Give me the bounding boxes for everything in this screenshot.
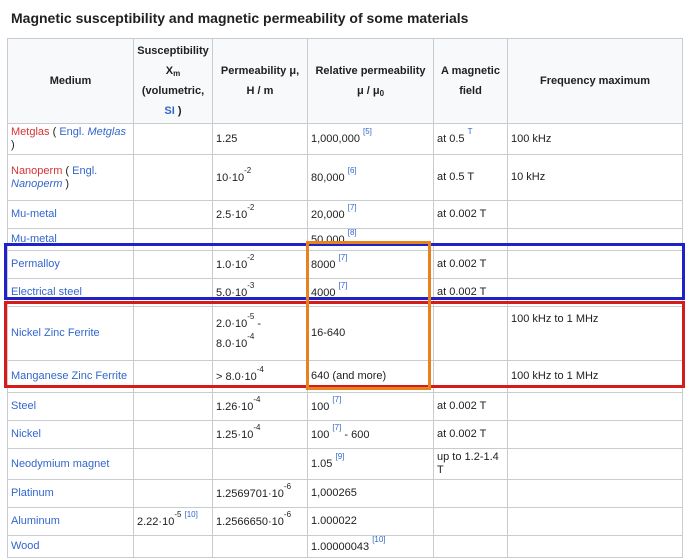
nickel-zinc-ferrite-link[interactable]: Nickel Zinc Ferrite	[11, 327, 100, 339]
platinum-link[interactable]: Platinum	[11, 487, 54, 499]
table-row: Platinum 1.2569701·10-6 1,000265	[7, 479, 683, 508]
citation-link[interactable]: [10]	[372, 537, 385, 544]
materials-table: Medium Susceptibility Xm (volumetric, SI…	[7, 38, 683, 558]
engl-link[interactable]: Engl.	[59, 126, 84, 138]
citation-link[interactable]: [6]	[348, 166, 357, 175]
col-frequency-maximum: Frequency maximum	[507, 38, 683, 124]
table-row: Manganese Zinc Ferrite > 8.0·10-4 640 (a…	[7, 360, 683, 393]
citation-link[interactable]: [9]	[335, 452, 344, 461]
col-permeability: Permeability μ, H / m	[212, 38, 308, 124]
citation-link[interactable]: [7]	[339, 253, 348, 262]
electrical-steel-link[interactable]: Electrical steel	[11, 286, 82, 298]
table-row: Nanoperm ( Engl. Nanoperm ) 10·10-2 80,0…	[7, 154, 683, 201]
mu-metal-link[interactable]: Mu-metal	[11, 233, 57, 245]
medium-cell: Nanoperm ( Engl. Nanoperm )	[7, 154, 134, 201]
table-header-row: Medium Susceptibility Xm (volumetric, SI…	[7, 38, 683, 124]
table-row: Nickel 1.25·10-4 100 [7] - 600 at 0.002 …	[7, 420, 683, 449]
medium-cell: Metglas ( Engl. Metglas )	[7, 123, 134, 155]
table-row: Metglas ( Engl. Metglas ) 1.25 1,000,000…	[7, 123, 683, 155]
col-medium: Medium	[7, 38, 134, 124]
col-magnetic-field: A magnetic field	[433, 38, 508, 124]
table-row: Aluminum 2.22·10-5 [10] 1.2566650·10-6 1…	[7, 507, 683, 536]
col-susceptibility: Susceptibility Xm (volumetric, SI )	[133, 38, 213, 124]
aluminum-link[interactable]: Aluminum	[11, 515, 60, 527]
table-row: Steel 1.26·10-4 100 [7] at 0.002 T	[7, 392, 683, 421]
nanoperm-en-link[interactable]: Nanoperm	[11, 178, 62, 190]
table-row: Permalloy 1.0·10-2 8000 [7] at 0.002 T	[7, 250, 683, 279]
table-row: Mu-metal 2.5·10-2 20,000 [7] at 0.002 T	[7, 200, 683, 229]
nanoperm-link[interactable]: Nanoperm	[11, 165, 62, 177]
si-link[interactable]: SI	[164, 105, 174, 117]
citation-link[interactable]: [7]	[348, 203, 357, 212]
table-row: Electrical steel 5.0·10-3 4000 [7] at 0.…	[7, 278, 683, 307]
steel-link[interactable]: Steel	[11, 400, 36, 412]
citation-link[interactable]: [10]	[185, 510, 198, 519]
table-row: Neodymium magnet 1.05 [9] up to 1.2-1.4 …	[7, 448, 683, 480]
metglas-link[interactable]: Metglas	[11, 126, 50, 138]
manganese-zinc-ferrite-link[interactable]: Manganese Zinc Ferrite	[11, 370, 127, 382]
citation-link[interactable]: [7]	[332, 423, 341, 432]
wood-link[interactable]: Wood	[11, 540, 40, 552]
neodymium-magnet-link[interactable]: Neodymium magnet	[11, 458, 109, 470]
citation-link[interactable]: [5]	[363, 127, 372, 136]
permalloy-link[interactable]: Permalloy	[11, 258, 60, 270]
metglas-en-link[interactable]: Metglas	[87, 126, 126, 138]
table-row: Nickel Zinc Ferrite 2.0·10-5 - 8.0·10-4 …	[7, 306, 683, 361]
table-row: Mu-metal 50,000 [8]	[7, 228, 683, 251]
tesla-link[interactable]: T	[468, 127, 473, 136]
engl-link[interactable]: Engl.	[72, 165, 97, 177]
col-relative-permeability: Relative permeability μ / μ0	[307, 38, 434, 124]
table-row: Wood 1.00000043 [10]	[7, 535, 683, 558]
page-title: Magnetic susceptibility and magnetic per…	[11, 10, 469, 26]
nickel-link[interactable]: Nickel	[11, 428, 41, 440]
mu-metal-link[interactable]: Mu-metal	[11, 208, 57, 220]
citation-link[interactable]: [8]	[348, 230, 357, 237]
citation-link[interactable]: [7]	[339, 281, 348, 290]
citation-link[interactable]: [7]	[332, 395, 341, 404]
